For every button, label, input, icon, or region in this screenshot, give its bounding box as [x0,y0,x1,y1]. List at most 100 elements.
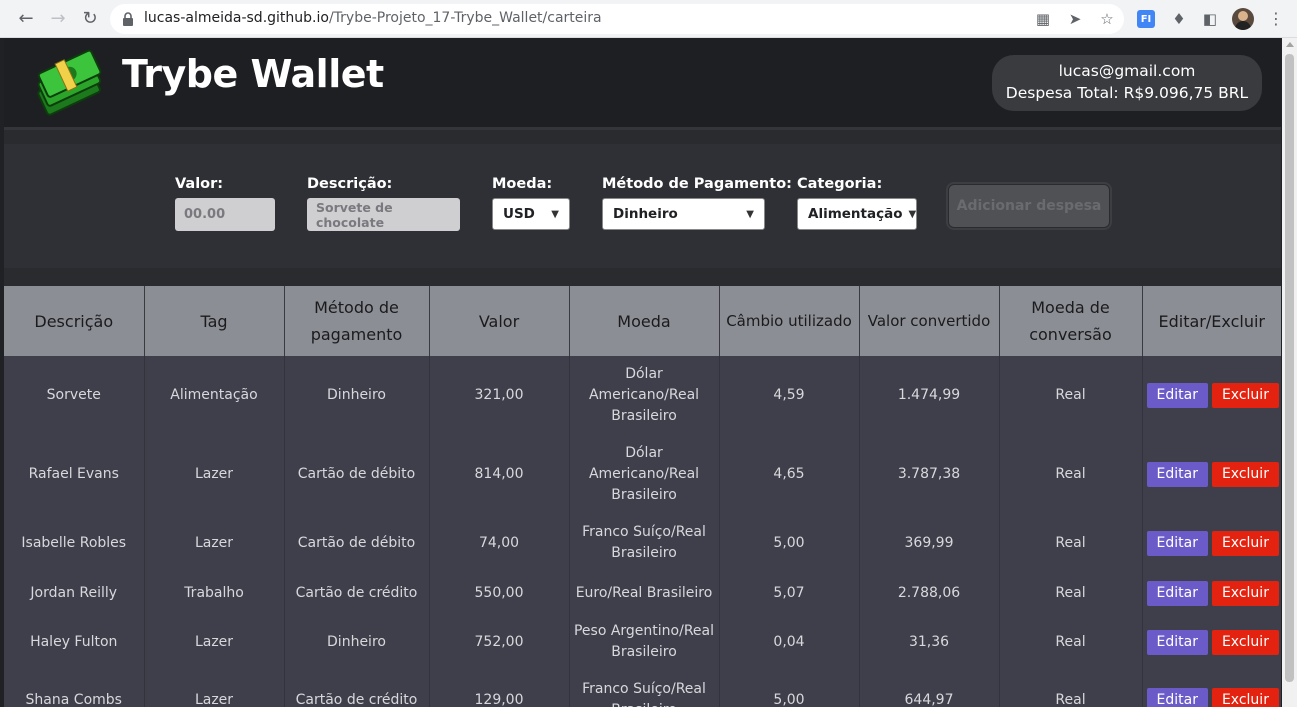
cell-metodo: Cartão de débito [284,514,430,572]
extension-fi-icon[interactable]: FI [1137,10,1155,28]
cell-conversao: Real [999,670,1143,707]
lock-icon [123,12,133,26]
app-header: Trybe Wallet lucas@gmail.com Despesa Tot… [4,38,1281,130]
descricao-placeholder: Sorvete de chocolate [316,199,393,230]
side-panel-icon[interactable]: ◧ [1200,9,1220,29]
delete-button[interactable]: Excluir [1211,580,1279,606]
column-header: Valor [429,286,570,356]
cell-valor: 74,00 [429,514,570,572]
table-row: Shana Combs Lazer Cartão de crédito 129,… [4,670,1281,707]
total-expense: Despesa Total: R$9.096,75 BRL [1005,84,1249,102]
descricao-label: Descrição: [307,176,393,192]
cell-metodo: Dinheiro [284,614,430,670]
cell-valor: 321,00 [429,356,570,435]
cell-descricao: Sorvete [4,356,145,435]
scrollbar-thumb[interactable] [1285,54,1294,682]
cell-tag: Lazer [144,514,285,572]
page-scrollbar[interactable] [1282,38,1297,707]
cell-valor: 752,00 [429,614,570,670]
forward-arrow-icon[interactable]: → [46,7,70,31]
cell-convertido: 369,99 [859,514,1000,572]
bookmark-star-icon[interactable]: ☆ [1098,10,1116,28]
cell-conversao: Real [999,356,1143,435]
column-header: Câmbio utilizado [719,286,860,356]
edit-button[interactable]: Editar [1146,629,1208,655]
cell-descricao: Haley Fulton [4,614,145,670]
table-row: Rafael Evans Lazer Cartão de débito 814,… [4,435,1281,514]
chevron-down-icon: ▼ [746,208,754,220]
cell-valor: 550,00 [429,572,570,614]
edit-button[interactable]: Editar [1146,530,1208,556]
valor-placeholder: 00.00 [184,207,226,222]
column-header: Descrição [4,286,145,356]
cell-convertido: 31,36 [859,614,1000,670]
moeda-select[interactable]: USD ▼ [492,198,570,230]
cell-cambio: 5,00 [719,670,860,707]
cell-descricao: Jordan Reilly [4,572,145,614]
column-header: Método de pagamento [284,286,430,356]
cell-moeda: Dólar Americano/Real Brasileiro [569,356,720,435]
descricao-input[interactable]: Sorvete de chocolate [307,198,460,231]
column-header: Tag [144,286,285,356]
edit-button[interactable]: Editar [1146,383,1208,408]
reload-icon[interactable]: ↻ [78,7,102,31]
cell-cambio: 4,59 [719,356,860,435]
valor-field: Valor: 00.00 [175,176,275,231]
edit-button[interactable]: Editar [1146,687,1208,707]
page-content: Trybe Wallet lucas@gmail.com Despesa Tot… [4,38,1281,707]
valor-input[interactable]: 00.00 [175,198,275,231]
browser-menu-icon[interactable]: ⋮ [1268,9,1284,28]
cell-valor: 129,00 [429,670,570,707]
moeda-field: Moeda: USD ▼ [492,176,570,230]
moeda-value: USD [503,206,535,222]
cell-tag: Alimentação [144,356,285,435]
delete-button[interactable]: Excluir [1211,462,1279,487]
user-email: lucas@gmail.com [1058,62,1196,80]
chevron-down-icon: ▼ [908,208,917,220]
edit-button[interactable]: Editar [1146,580,1208,606]
add-expense-button[interactable]: Adicionar despesa [948,184,1110,228]
metodo-select[interactable]: Dinheiro ▼ [602,198,765,230]
cell-conversao: Real [999,572,1143,614]
categoria-select[interactable]: Alimentação ▼ [797,198,917,230]
address-bar[interactable]: lucas-almeida-sd.github.io/Trybe-Projeto… [110,4,1124,34]
table-header-row: Descrição Tag Método de pagamento Valor … [4,286,1281,356]
cell-actions: Editar Excluir [1142,572,1281,614]
cell-actions: Editar Excluir [1142,514,1281,572]
profile-avatar[interactable] [1232,8,1254,30]
cell-cambio: 4,65 [719,435,860,514]
cell-metodo: Cartão de crédito [284,572,430,614]
back-arrow-icon[interactable]: ← [14,7,38,31]
delete-button[interactable]: Excluir [1211,383,1279,408]
cell-conversao: Real [999,614,1143,670]
edit-button[interactable]: Editar [1146,462,1208,487]
translate-icon[interactable]: ▦ [1034,10,1052,28]
scroll-up-arrow-icon[interactable] [1286,42,1294,47]
url-path: /Trybe-Projeto_17-Trybe_Wallet/carteira [328,10,602,26]
delete-button[interactable]: Excluir [1211,530,1279,556]
table-row: Isabelle Robles Lazer Cartão de débito 7… [4,514,1281,572]
cell-tag: Lazer [144,670,285,707]
browser-toolbar: ← → ↻ lucas-almeida-sd.github.io/Trybe-P… [0,0,1297,38]
categoria-value: Alimentação [808,206,903,222]
cell-cambio: 5,00 [719,514,860,572]
extensions-puzzle-icon[interactable]: ♦ [1169,9,1189,29]
cell-moeda: Franco Suíço/Real Brasileiro [569,670,720,707]
app-title: Trybe Wallet [122,52,384,96]
metodo-field: Método de Pagamento: Dinheiro ▼ [602,176,792,230]
column-header: Moeda de conversão [999,286,1143,356]
delete-button[interactable]: Excluir [1211,629,1279,655]
expenses-table: Descrição Tag Método de pagamento Valor … [4,286,1281,707]
cell-convertido: 1.474,99 [859,356,1000,435]
send-icon[interactable]: ➤ [1066,10,1084,28]
metodo-label: Método de Pagamento: [602,176,792,192]
table-row: Haley Fulton Lazer Dinheiro 752,00 Peso … [4,614,1281,670]
cell-conversao: Real [999,514,1143,572]
cell-tag: Lazer [144,614,285,670]
delete-button[interactable]: Excluir [1211,687,1279,707]
cell-descricao: Isabelle Robles [4,514,145,572]
cell-moeda: Euro/Real Brasileiro [569,572,720,614]
cell-valor: 814,00 [429,435,570,514]
cell-convertido: 3.787,38 [859,435,1000,514]
categoria-label: Categoria: [797,176,883,192]
